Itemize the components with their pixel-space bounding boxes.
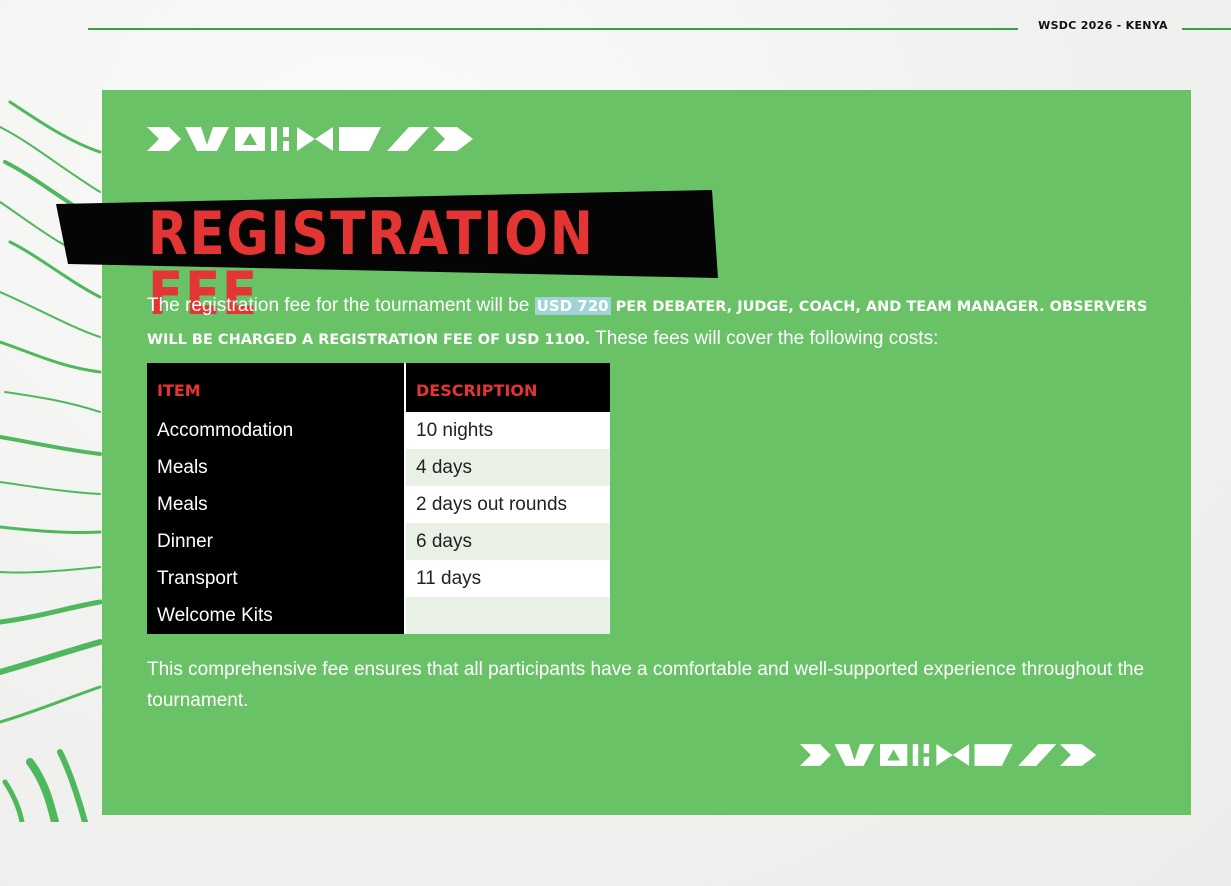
table-row: Transport 11 days — [147, 560, 610, 597]
row-item: Meals — [147, 486, 405, 523]
fee-coverage-table: ITEM DESCRIPTION Accommodation 10 nights… — [147, 363, 610, 634]
row-item: Dinner — [147, 523, 405, 560]
intro-text-end: These fees will cover the following cost… — [590, 328, 939, 349]
row-item: Welcome Kits — [147, 597, 405, 634]
column-header-item: ITEM — [147, 363, 405, 412]
row-description: 2 days out rounds — [404, 486, 610, 523]
pattern-motif-bottom — [800, 744, 1097, 766]
table-row: Accommodation 10 nights — [147, 412, 610, 449]
header-rule-left — [88, 28, 1018, 30]
closing-paragraph: This comprehensive fee ensures that all … — [147, 659, 1145, 711]
table-row: Meals 2 days out rounds — [147, 486, 610, 523]
table-row: Welcome Kits — [147, 597, 610, 634]
row-description: 10 nights — [404, 412, 610, 449]
pattern-motif-top — [147, 127, 473, 151]
row-item: Transport — [147, 560, 405, 597]
row-description — [404, 597, 610, 634]
table-row: Dinner 6 days — [147, 523, 610, 560]
column-header-description: DESCRIPTION — [404, 363, 610, 412]
row-description: 11 days — [404, 560, 610, 597]
row-description: 4 days — [404, 449, 610, 486]
header-tag: WSDC 2026 - KENYA — [1038, 19, 1168, 32]
table-row: Meals 4 days — [147, 449, 610, 486]
intro-paragraph: The registration fee for the tournament … — [147, 290, 1157, 356]
header-rule-right — [1182, 28, 1231, 30]
row-description: 6 days — [404, 523, 610, 560]
row-item: Meals — [147, 449, 405, 486]
table-header-row: ITEM DESCRIPTION — [147, 363, 610, 412]
fee-amount-highlight: USD 720 — [534, 297, 611, 315]
title-banner: REGISTRATION FEE — [56, 190, 718, 324]
intro-text-start: The registration fee for the tournament … — [147, 295, 535, 316]
row-item: Accommodation — [147, 412, 405, 449]
